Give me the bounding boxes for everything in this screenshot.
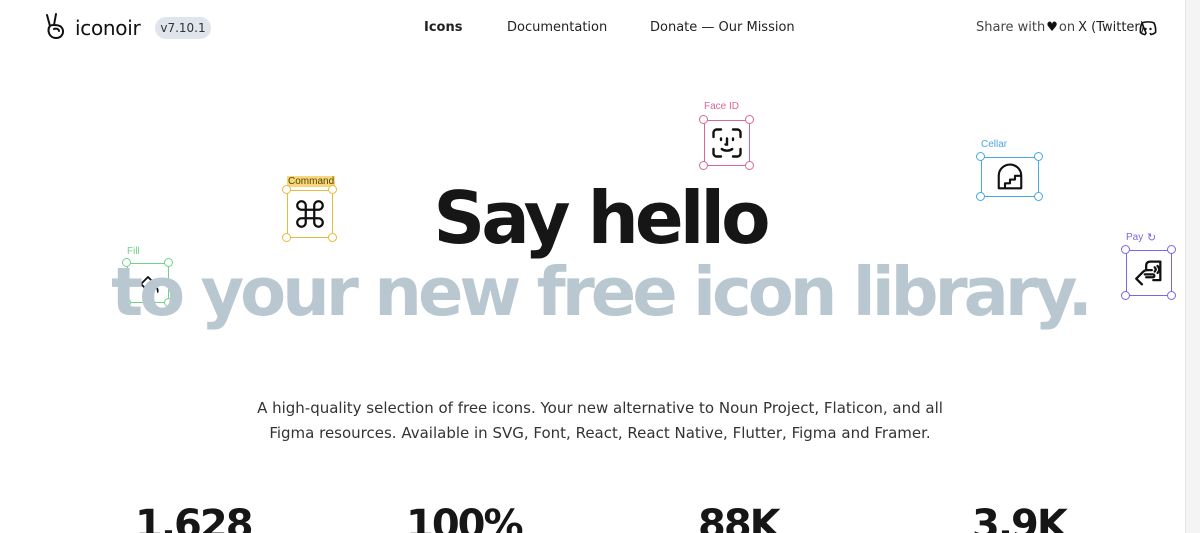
handle [976,152,985,161]
description-line-2: Figma resources. Available in SVG, Font,… [269,424,931,442]
handle [1034,192,1043,201]
handle [1121,245,1130,254]
brand-logo[interactable]: iconoir [45,12,141,44]
peace-hand-icon [45,12,67,44]
handle [976,192,985,201]
handle [745,115,754,124]
refresh-icon: ↻ [1147,231,1157,244]
stat-stars: 3.9K [972,502,1068,533]
brand-name: iconoir [75,16,141,40]
nav-donate[interactable]: Donate — Our Mission [650,20,795,35]
stat-free-percent: 100% [406,502,524,533]
handle [1167,245,1176,254]
handle [1121,291,1130,300]
callout-face-id: Face ID [696,100,762,174]
stat-icon-count: 1,628 [135,502,254,533]
callout-cellar: Cellar [976,138,1048,204]
hero-description: A high-quality selection of free icons. … [0,396,1200,446]
version-badge[interactable]: v7.10.1 [155,17,211,39]
stat-downloads: 88K [698,502,781,533]
hero-subheadline: to your new free icon library. [111,253,1093,331]
share-suffix: on [1058,20,1076,35]
handle [1167,291,1176,300]
share-link-text: X (Twitter) [1078,20,1145,35]
command-icon [287,190,333,238]
discord-icon[interactable] [1138,18,1158,42]
handle [328,233,337,242]
face-id-icon [704,120,750,166]
callout-command-label: Command [287,176,336,187]
handle [328,185,337,194]
callout-face-id-label: Face ID [704,101,740,112]
description-line-1: A high-quality selection of free icons. … [257,399,943,417]
nav-documentation[interactable]: Documentation [507,20,607,35]
pay-icon [1126,250,1172,296]
callout-pay: Pay ↻ [1120,230,1182,304]
nav-icons[interactable]: Icons [424,20,462,35]
handle [745,161,754,170]
top-navigation: iconoir v7.10.1 Icons Documentation Dona… [0,0,1185,58]
handle [282,233,291,242]
handle [282,185,291,194]
handle [699,161,708,170]
handle [699,115,708,124]
share-prefix: Share with [976,20,1046,35]
callout-command: Command [282,175,342,247]
cellar-icon [981,157,1039,197]
callout-pay-label: Pay [1126,232,1144,243]
callout-cellar-label: Cellar [981,139,1008,150]
handle [1034,152,1043,161]
share-on-x-link[interactable]: Share with ♥ on X (Twitter) [976,20,1145,35]
heart-icon: ♥ [1046,20,1058,35]
